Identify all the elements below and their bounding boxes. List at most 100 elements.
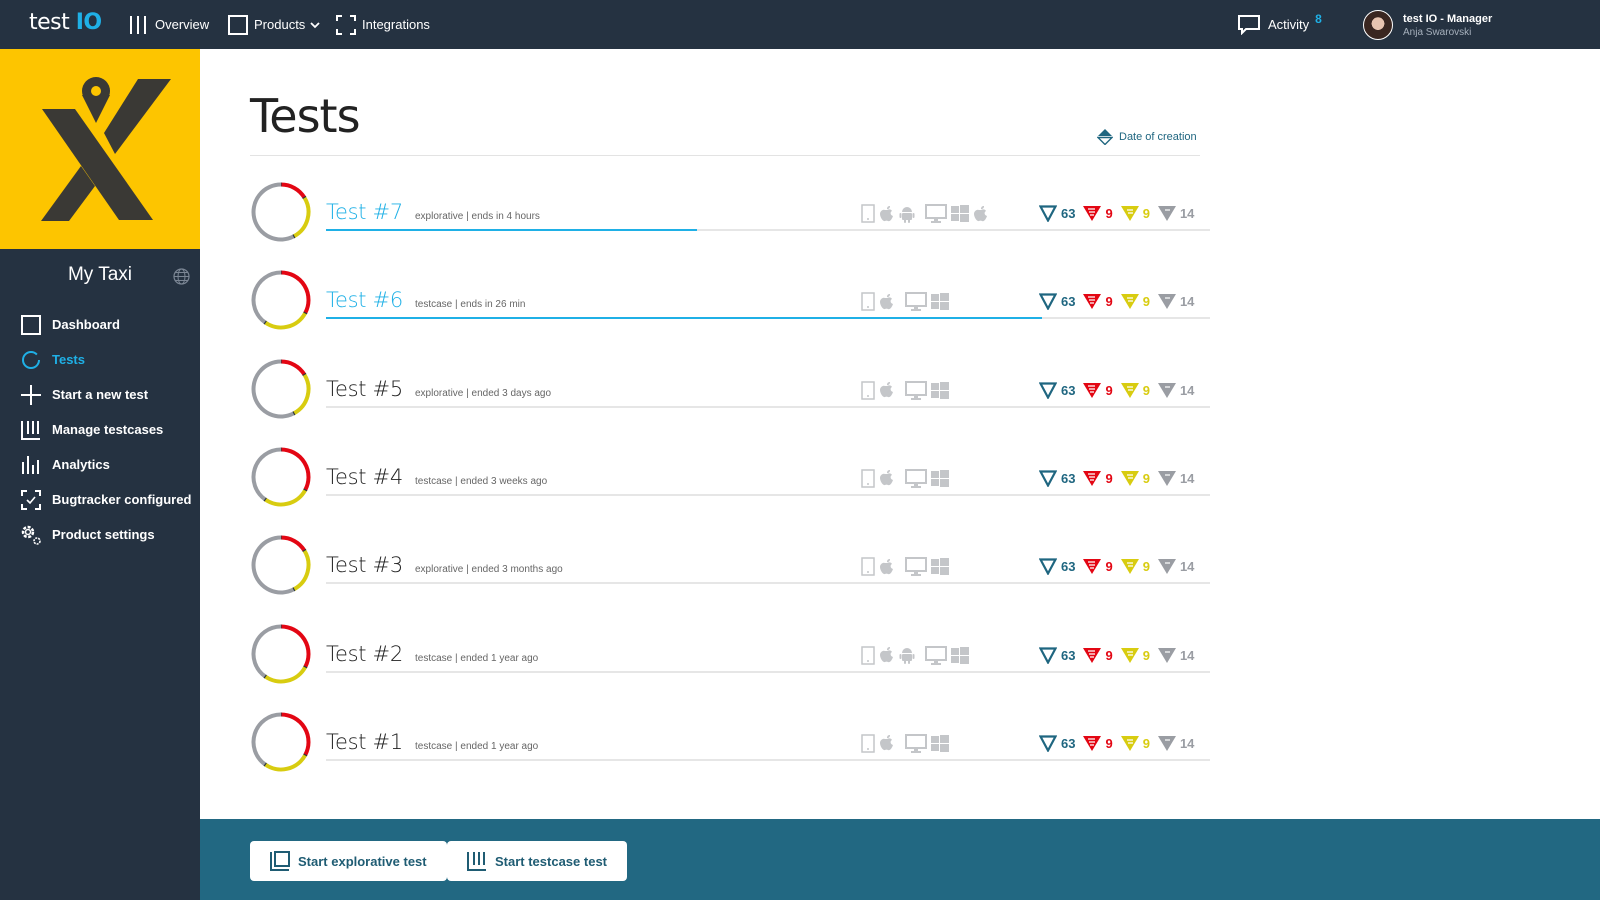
bug-severity-ring — [251, 359, 311, 419]
sidebar-item-tests[interactable]: Tests — [20, 342, 191, 377]
test-title-link[interactable]: Test #1 — [326, 730, 403, 754]
android-icon — [899, 648, 915, 664]
ring-segment — [280, 624, 311, 668]
bugs-critical-count: 9 — [1105, 559, 1113, 575]
row-divider — [326, 758, 1210, 761]
bugs-critical-count: 9 — [1105, 294, 1113, 310]
sort-control[interactable]: Date of creation — [1097, 128, 1197, 145]
bugs-low-count: 14 — [1179, 647, 1195, 663]
bugs-low[interactable]: 14 — [1157, 470, 1194, 487]
ring-segment — [264, 488, 308, 507]
bugs-high-count: 9 — [1142, 735, 1150, 751]
bugs-total[interactable]: 63 — [1039, 558, 1075, 576]
bugs-critical[interactable]: 9 — [1083, 470, 1113, 487]
test-row[interactable]: Test #7 explorative | ends in 4 hours 63 … — [250, 181, 1210, 251]
brand-logo[interactable]: test IO — [29, 10, 102, 35]
start-explorative-test-button[interactable]: Start explorative test — [250, 841, 447, 881]
test-title-link[interactable]: Test #3 — [326, 553, 403, 577]
nav-integrations[interactable]: Integrations — [336, 0, 430, 49]
product-logo[interactable] — [0, 49, 200, 249]
test-title-link[interactable]: Test #2 — [326, 642, 403, 666]
bugs-critical[interactable]: 9 — [1083, 293, 1113, 310]
bugs-low[interactable]: 14 — [1157, 647, 1195, 664]
test-row[interactable]: Test #2 testcase | ended 1 year ago 63 9 … — [250, 623, 1210, 693]
sidebar-item-label: Analytics — [52, 457, 110, 472]
bugs-total[interactable]: 63 — [1039, 205, 1075, 222]
bugs-high[interactable]: 9 — [1120, 735, 1150, 752]
ring-segment — [264, 753, 308, 772]
bugs-total[interactable]: 63 — [1039, 293, 1075, 311]
sidebar-item-manage-testcases[interactable]: Manage testcases — [20, 412, 191, 447]
bugs-high[interactable]: 9 — [1120, 205, 1150, 222]
bugs-high[interactable]: 9 — [1120, 293, 1150, 310]
bugs-high[interactable]: 9 — [1120, 470, 1150, 487]
test-row[interactable]: Test #6 testcase | ends in 26 min 63 9 9 … — [250, 269, 1210, 339]
test-title-link[interactable]: Test #7 — [326, 200, 403, 224]
nav-products[interactable]: Products — [228, 0, 321, 49]
bugs-critical[interactable]: 9 — [1083, 558, 1113, 575]
bug-severity-ring — [251, 447, 311, 507]
mytaxi-logo-icon — [41, 77, 171, 221]
brackets-icon — [336, 14, 356, 35]
bug-low-icon — [1157, 647, 1176, 663]
globe-icon[interactable] — [173, 268, 190, 285]
sidebar-item-analytics[interactable]: Analytics — [20, 447, 191, 482]
bug-counts: 63 9 9 14 — [1039, 205, 1202, 222]
bugs-high[interactable]: 9 — [1120, 558, 1150, 575]
bugs-critical[interactable]: 9 — [1083, 205, 1113, 222]
bugs-low[interactable]: 14 — [1157, 735, 1194, 752]
bugs-total-count: 63 — [1061, 735, 1076, 751]
bugs-high[interactable]: 9 — [1120, 647, 1150, 664]
bugs-low[interactable]: 14 — [1157, 293, 1194, 310]
bugs-critical[interactable]: 9 — [1083, 647, 1113, 664]
start-testcase-test-button[interactable]: Start testcase test — [447, 841, 627, 881]
apple-icon — [880, 647, 893, 663]
bugs-low[interactable]: 14 — [1157, 205, 1194, 222]
ring-segment — [280, 535, 307, 552]
bugs-total[interactable]: 63 — [1039, 646, 1075, 664]
bug-total-icon — [1039, 293, 1057, 311]
apple-icon — [880, 205, 893, 221]
tablet-icon — [861, 645, 875, 665]
bugs-low[interactable]: 14 — [1157, 382, 1194, 399]
device-platforms — [861, 645, 969, 670]
bugs-total[interactable]: 63 — [1039, 470, 1075, 487]
tablet-icon — [861, 557, 875, 576]
bugs-total[interactable]: 63 — [1039, 735, 1075, 752]
test-title-link[interactable]: Test #6 — [326, 288, 403, 312]
sidebar-item-dashboard[interactable]: Dashboard — [20, 307, 191, 342]
user-menu[interactable]: test IO - Manager Anja Swarovski — [1363, 10, 1492, 40]
test-title-link[interactable]: Test #5 — [326, 377, 403, 401]
row-divider — [326, 405, 1210, 408]
test-meta: explorative | ended 3 days ago — [415, 387, 552, 399]
sidebar-item-product-settings[interactable]: Product settings — [20, 517, 191, 552]
sidebar-item-start-new-test[interactable]: Start a new test — [20, 377, 191, 412]
bug-counts: 63 9 9 14 — [1039, 558, 1202, 576]
bugs-low[interactable]: 14 — [1157, 558, 1194, 575]
test-row[interactable]: Test #4 testcase | ended 3 weeks ago 63 9… — [250, 446, 1210, 516]
sidebar-item-bugtracker[interactable]: Bugtracker configured — [20, 482, 191, 517]
bugs-critical-count: 9 — [1105, 735, 1113, 751]
ring-separator — [302, 372, 307, 376]
bug-low-icon — [1157, 294, 1176, 310]
ring-segment — [264, 665, 308, 683]
bug-severity-ring — [251, 624, 311, 683]
bugs-critical[interactable]: 9 — [1083, 735, 1113, 752]
activity-button[interactable]: Activity 8 — [1238, 0, 1322, 49]
test-title-link[interactable]: Test #4 — [326, 465, 403, 489]
bugs-total[interactable]: 63 — [1039, 381, 1075, 399]
bug-high-icon — [1120, 647, 1139, 663]
test-row[interactable]: Test #1 testcase | ended 1 year ago 63 9 … — [250, 711, 1210, 781]
sidebar-item-label: Dashboard — [52, 317, 120, 332]
nav-overview[interactable]: Overview — [129, 0, 209, 49]
bugs-critical[interactable]: 9 — [1083, 382, 1113, 399]
bug-high-icon — [1120, 559, 1139, 575]
bugs-high[interactable]: 9 — [1120, 382, 1150, 399]
bug-high-icon — [1120, 206, 1139, 221]
test-row[interactable]: Test #5 explorative | ended 3 days ago 63… — [250, 358, 1210, 428]
bug-total-icon — [1039, 558, 1057, 576]
bug-total-icon — [1039, 735, 1057, 752]
bug-counts: 63 9 9 14 — [1039, 381, 1202, 399]
test-row[interactable]: Test #3 explorative | ended 3 months ago … — [250, 534, 1210, 604]
ring-segment — [280, 359, 307, 376]
